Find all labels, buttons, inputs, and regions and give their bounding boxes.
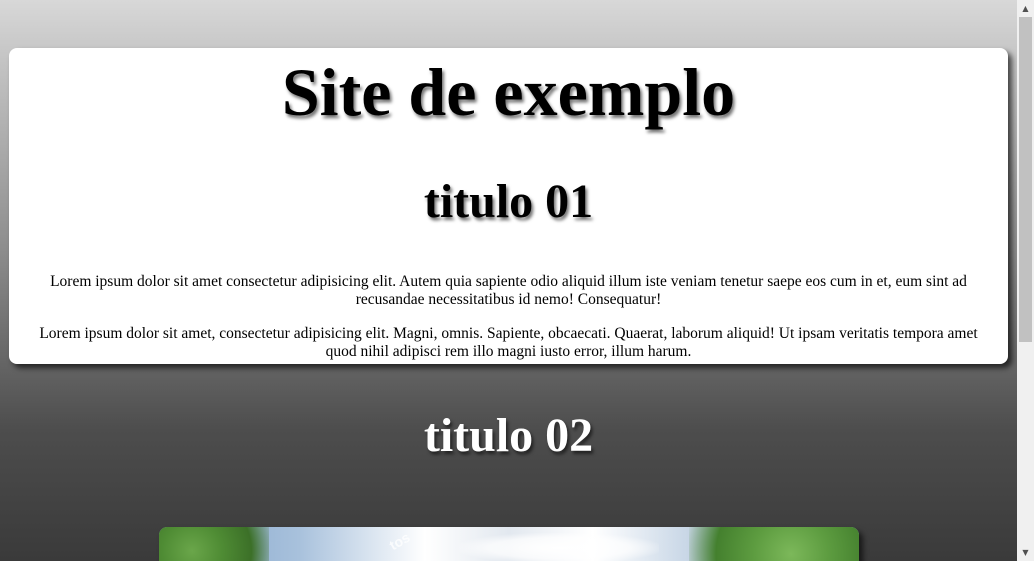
section-2-title: titulo 02 bbox=[423, 409, 594, 462]
image-watermark: tos bbox=[386, 528, 413, 554]
tree-left-shape bbox=[159, 527, 269, 561]
scroll-down-button[interactable]: ▼ bbox=[1017, 544, 1034, 561]
tree-right-shape bbox=[689, 527, 859, 561]
section-1-title: titulo 01 bbox=[423, 175, 594, 228]
site-title: Site de exemplo bbox=[281, 54, 736, 130]
section-1-paragraph-1: Lorem ipsum dolor sit amet consectetur a… bbox=[50, 273, 967, 308]
page-viewport: Site de exemplo titulo 01 Lorem ipsum do… bbox=[0, 0, 1017, 561]
section-1-paragraph-2: Lorem ipsum dolor sit amet, consectetur … bbox=[39, 325, 978, 360]
triangle-up-icon: ▲ bbox=[1022, 4, 1029, 13]
scroll-up-button[interactable]: ▲ bbox=[1017, 0, 1034, 17]
vertical-scrollbar[interactable]: ▲ ▼ bbox=[1017, 0, 1034, 561]
cloud-shape bbox=[459, 533, 659, 561]
triangle-down-icon: ▼ bbox=[1022, 548, 1029, 557]
content-card: Site de exemplo titulo 01 Lorem ipsum do… bbox=[9, 48, 1008, 364]
landscape-image: tos bbox=[159, 527, 859, 561]
scrollbar-thumb[interactable] bbox=[1019, 17, 1032, 342]
